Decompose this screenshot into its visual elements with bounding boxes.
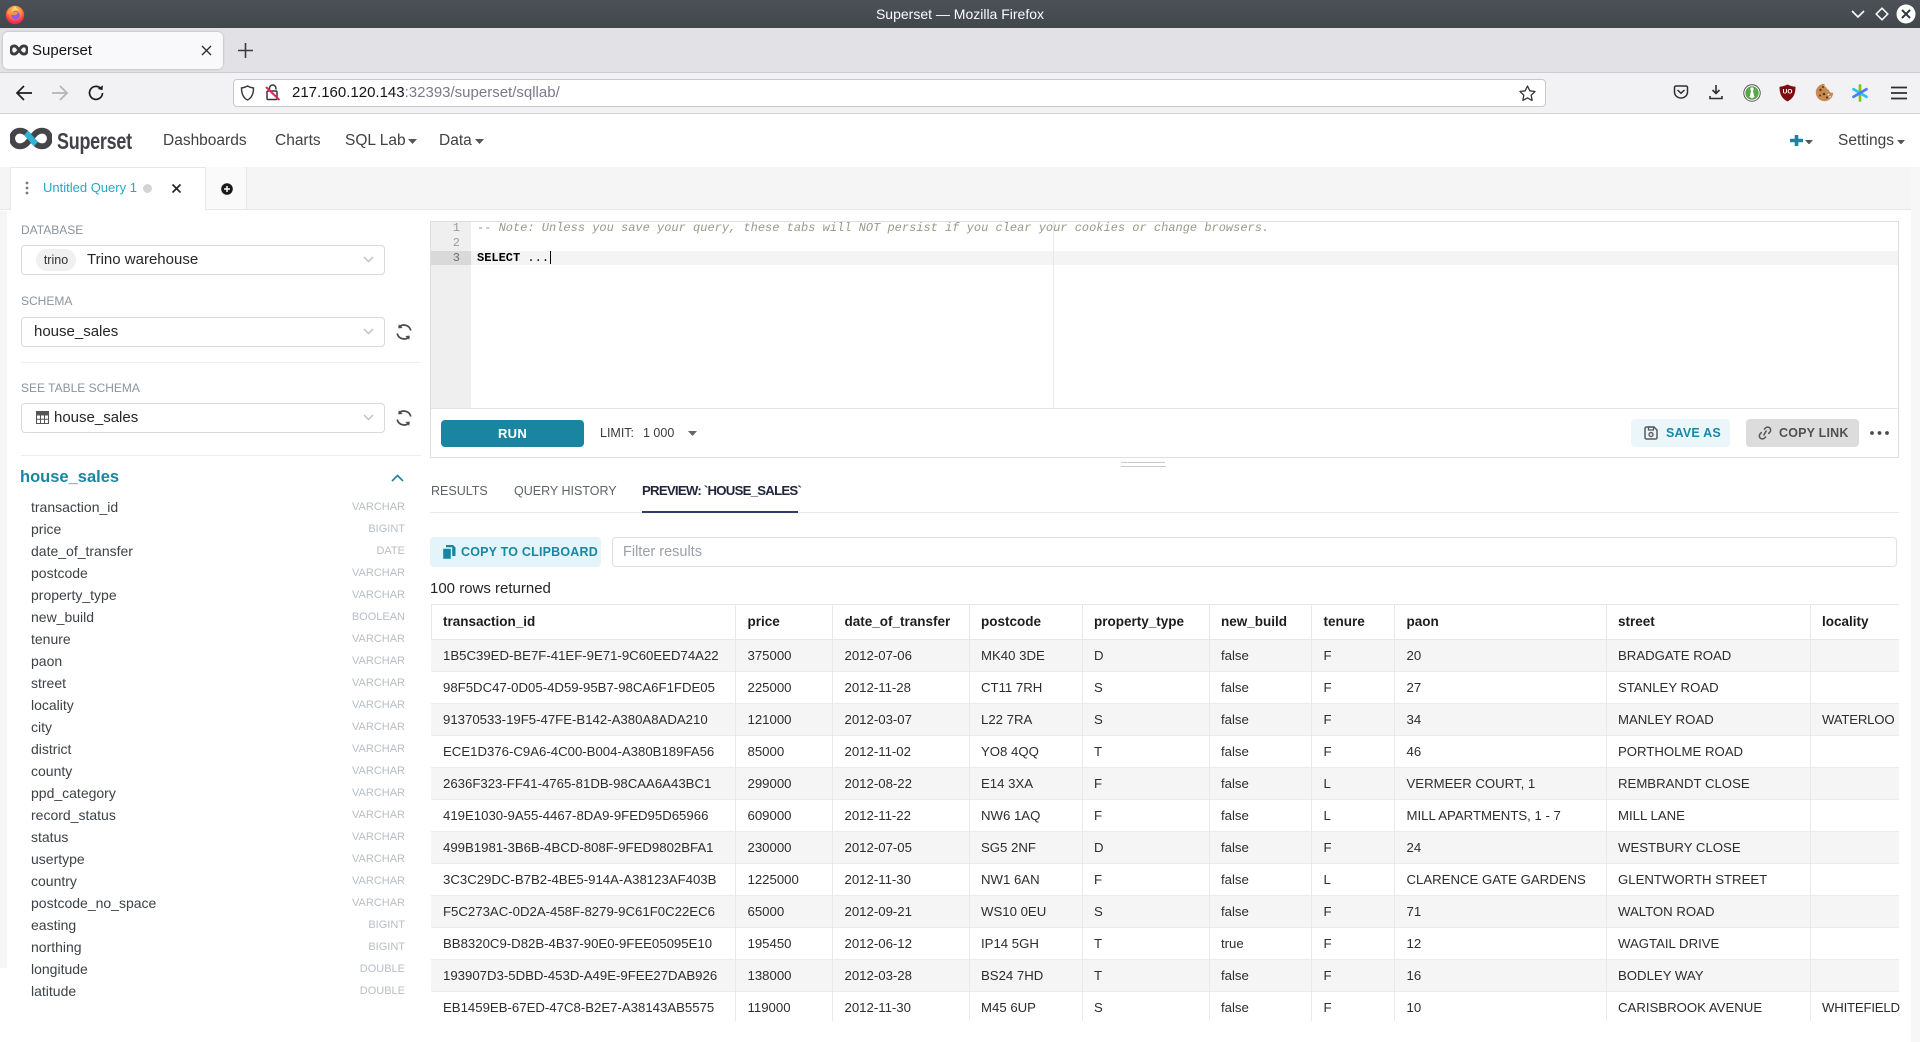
svg-text:UO: UO <box>1783 89 1793 96</box>
